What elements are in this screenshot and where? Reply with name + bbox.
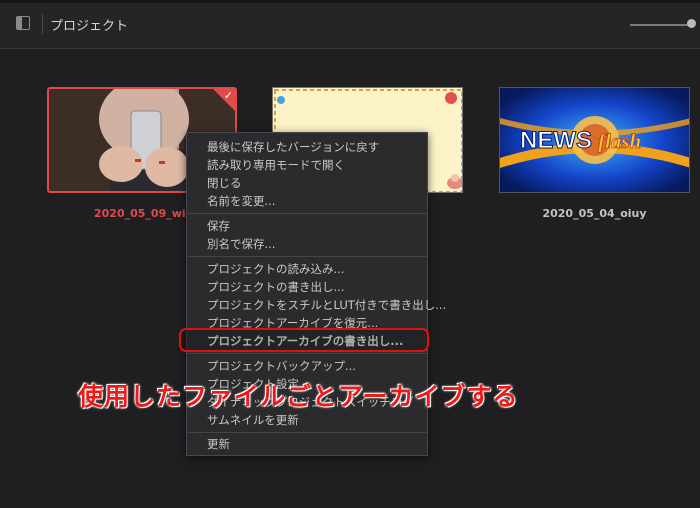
project-name-label: 2020_05_04_oiuy <box>542 207 647 220</box>
page-title: プロジェクト <box>50 19 129 34</box>
menu-item-revert[interactable]: 最後に保存したバージョンに戻す <box>187 138 427 156</box>
sidebar-toggle-icon[interactable] <box>16 16 30 30</box>
menu-separator <box>187 213 427 214</box>
menu-item-project-backup[interactable]: プロジェクトバックアップ... <box>187 357 427 375</box>
menu-separator <box>187 353 427 354</box>
project-thumbnail-oiuy[interactable]: NEWS flash <box>499 87 690 193</box>
slider-handle[interactable] <box>687 19 696 28</box>
news-text: NEWS <box>520 127 592 154</box>
news-flash-image: NEWS flash <box>500 88 689 192</box>
project-manager-header: プロジェクト <box>0 0 700 49</box>
menu-item-update-thumbnails[interactable]: サムネイルを更新 <box>187 411 427 429</box>
menu-item-save-as[interactable]: 別名で保存... <box>187 235 427 253</box>
check-icon: ✓ <box>223 89 233 102</box>
thumbnail-size-slider[interactable] <box>630 24 692 26</box>
menu-item-read-only[interactable]: 読み取り専用モードで開く <box>187 156 427 174</box>
highlight-box <box>179 328 429 352</box>
menu-separator <box>187 256 427 257</box>
top-border <box>0 0 700 3</box>
annotation-caption: 使用したファイルごとアーカイブする <box>78 382 519 411</box>
menu-item-close[interactable]: 閉じる <box>187 174 427 192</box>
menu-item-export-project[interactable]: プロジェクトの書き出し... <box>187 278 427 296</box>
menu-item-rename[interactable]: 名前を変更... <box>187 192 427 210</box>
menu-item-export-with-stills-luts[interactable]: プロジェクトをスチルとLUT付きで書き出し... <box>187 296 446 314</box>
menu-item-save[interactable]: 保存 <box>187 217 427 235</box>
header-divider <box>42 14 43 34</box>
menu-item-refresh[interactable]: 更新 <box>187 435 427 453</box>
flash-text: flash <box>598 129 641 153</box>
menu-item-import-project[interactable]: プロジェクトの読み込み... <box>187 260 427 278</box>
menu-separator <box>187 432 427 433</box>
